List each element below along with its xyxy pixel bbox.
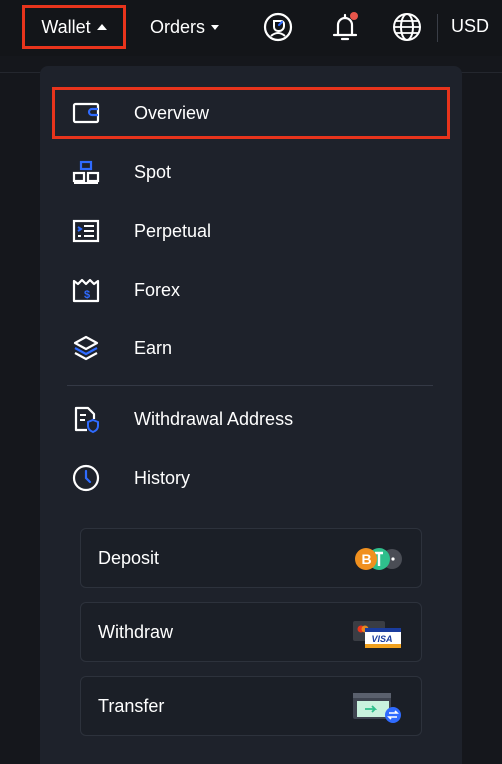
menu-item-label: Earn — [134, 337, 173, 358]
menu-item-label: Perpetual — [134, 220, 212, 241]
globe-icon — [393, 13, 421, 41]
clock-icon — [72, 464, 100, 492]
language-button[interactable] — [390, 10, 424, 44]
menu-item-earn[interactable]: Earn — [52, 322, 450, 374]
transfer-label: Transfer — [98, 695, 165, 716]
profile-button[interactable] — [261, 10, 295, 44]
orders-nav-label: Orders — [150, 16, 206, 37]
menu-item-label: Spot — [134, 161, 172, 182]
wallet-nav-label: Wallet — [41, 16, 91, 37]
bell-icon — [332, 12, 358, 41]
menu-item-history[interactable]: History — [52, 452, 450, 504]
menu-divider — [67, 385, 433, 386]
top-navigation-bar: Wallet Orders USD — [0, 0, 502, 56]
transfer-card-icon — [353, 693, 401, 723]
menu-item-perpetual[interactable]: Perpetual — [52, 205, 450, 257]
withdraw-button[interactable]: Withdraw VISA — [80, 602, 422, 662]
menu-item-overview[interactable]: Overview — [52, 87, 450, 139]
shield-document-icon — [72, 405, 100, 433]
document-list-icon — [72, 217, 100, 245]
menu-item-spot[interactable]: Spot — [52, 146, 450, 198]
orders-nav-button[interactable]: Orders — [150, 13, 220, 41]
deposit-button[interactable]: Deposit B — [80, 528, 422, 588]
deposit-label: Deposit — [98, 547, 160, 568]
caret-up-icon — [96, 24, 107, 30]
menu-item-label: Forex — [134, 279, 181, 300]
menu-item-forex[interactable]: $ Forex — [52, 264, 450, 316]
menu-item-withdrawal-address[interactable]: Withdrawal Address — [52, 393, 450, 445]
visa-card-text: VISA — [372, 634, 393, 644]
wallet-nav-button[interactable]: Wallet — [22, 5, 126, 49]
bank-cards-icon: VISA — [353, 621, 401, 648]
crypto-coins-icon: B — [355, 548, 402, 570]
wallet-icon — [72, 99, 100, 127]
wallet-dropdown-menu: Overview Spot Perpetual $ Forex Earn Wit… — [40, 66, 462, 764]
currency-selector[interactable]: USD — [451, 16, 489, 37]
withdraw-label: Withdraw — [98, 621, 174, 642]
blocks-icon — [72, 158, 100, 186]
menu-item-label: Withdrawal Address — [134, 408, 294, 429]
transfer-button[interactable]: Transfer — [80, 676, 422, 736]
notifications-button[interactable] — [328, 10, 362, 44]
menu-item-label: Overview — [134, 102, 210, 123]
user-profile-icon — [263, 12, 293, 42]
caret-down-icon — [211, 24, 220, 30]
svg-text:B: B — [362, 551, 372, 567]
dollar-receipt-icon: $ — [72, 276, 100, 304]
layers-icon — [72, 334, 100, 362]
svg-text:$: $ — [84, 289, 90, 301]
topbar-divider — [437, 14, 438, 42]
menu-item-label: History — [134, 467, 191, 488]
